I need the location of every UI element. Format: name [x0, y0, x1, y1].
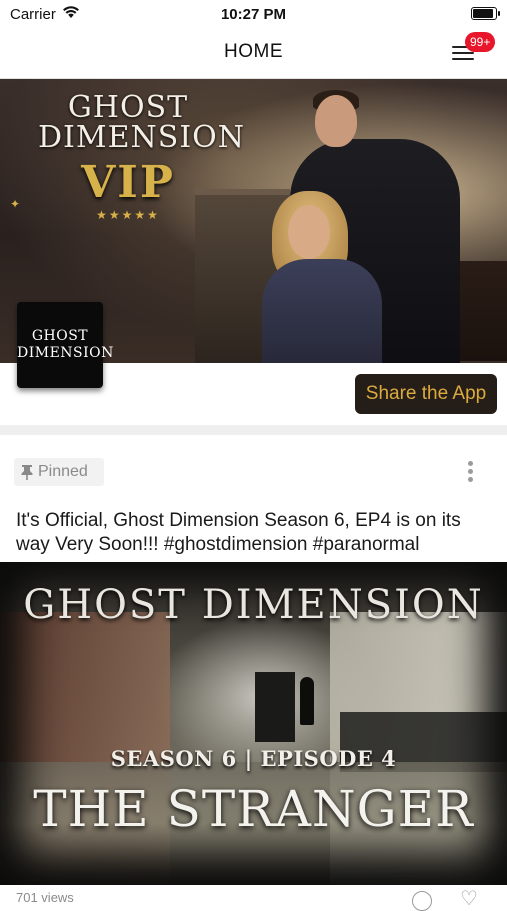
pinned-badge: Pinned: [14, 458, 104, 486]
post-image-episode: SEASON 6 | EPISODE 4: [110, 746, 397, 771]
channel-logo-line1: GHOST: [31, 328, 89, 344]
share-app-button[interactable]: Share the App: [355, 374, 497, 414]
post-text: It's Official, Ghost Dimension Season 6,…: [16, 510, 461, 555]
heart-icon[interactable]: ♡: [460, 889, 478, 909]
more-vertical-icon[interactable]: [462, 458, 478, 486]
comment-icon[interactable]: [412, 891, 432, 911]
views-count: 701 views: [16, 890, 74, 905]
section-divider: [0, 425, 507, 435]
hero-title: GHOST DIMENSION: [38, 90, 246, 155]
hero-woman-head: [288, 205, 330, 259]
page-title: HOME: [224, 41, 283, 62]
clock: 10:27 PM: [220, 6, 287, 23]
battery-icon: [471, 7, 500, 20]
post-image[interactable]: GHOST DIMENSION SEASON 6 | EPISODE 4 THE…: [0, 562, 507, 885]
hero-woman-figure: [262, 259, 382, 363]
hero-man-head: [315, 95, 357, 147]
nav-bar: HOME 99+: [0, 28, 507, 79]
status-bar: Carrier 10:27 PM: [0, 0, 507, 28]
pinned-label: Pinned: [38, 463, 88, 480]
post-image-title: GHOST DIMENSION: [23, 582, 484, 628]
notification-badge[interactable]: 99+: [465, 32, 496, 52]
channel-logo-line2: DIMENSION: [17, 345, 114, 361]
hero-stars: ★★★★★: [96, 208, 160, 222]
hero-vip-label: VIP: [81, 157, 175, 208]
hero-title-line1: GHOST: [67, 90, 189, 125]
post-footer: 701 views ♡: [0, 886, 507, 911]
pin-icon: [21, 465, 33, 480]
channel-logo: GHOST DIMENSION: [17, 302, 114, 388]
post-image-subtitle: THE STRANGER: [33, 780, 474, 838]
sparkle-icon: ✦: [10, 197, 21, 211]
hero-title-line2: DIMENSION: [38, 120, 246, 155]
